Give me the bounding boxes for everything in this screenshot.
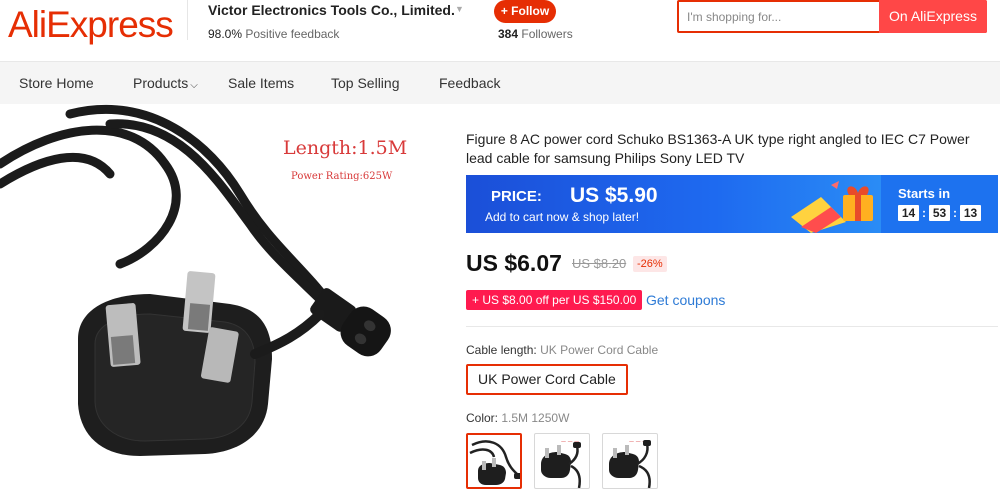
promo-banner[interactable]: PRICE: US $5.90 Add to cart now & shop l…: [466, 175, 998, 233]
promo-price-label: PRICE:: [491, 188, 542, 205]
color-key: Color:: [466, 411, 499, 425]
cable-option-uk[interactable]: UK Power Cord Cable: [466, 364, 628, 395]
timer-hours: 14: [898, 205, 919, 221]
countdown-timer: 14 : 53 : 13: [898, 205, 981, 221]
promo-sub-text: Add to cart now & shop later!: [485, 210, 640, 224]
current-price: US $6.07: [466, 250, 562, 276]
coupon-tag[interactable]: + US $8.00 off per US $150.00: [466, 290, 643, 310]
cable-length-value: UK Power Cord Cable: [540, 343, 659, 357]
discount-badge: -26%: [633, 256, 667, 272]
cable-length-key: Cable length:: [466, 343, 537, 357]
nav-feedback[interactable]: Feedback: [439, 75, 500, 91]
gift-box-icon: [791, 181, 873, 233]
promo-price: US $5.90: [570, 184, 658, 207]
image-rating-text: Power Rating:625W: [291, 171, 393, 182]
promo-countdown: Starts in 14 : 53 : 13: [881, 175, 998, 233]
followers: 384 Followers: [498, 27, 573, 41]
nav-products[interactable]: Products ⌵: [133, 75, 198, 91]
color-value: 1.5M 1250W: [501, 411, 570, 425]
store-header: AliExpress Victor Electronics Tools Co.,…: [0, 0, 1000, 62]
nav-top-selling[interactable]: Top Selling: [331, 75, 400, 91]
timer-minutes: 53: [929, 205, 950, 221]
chevron-down-icon: ⌵: [190, 80, 198, 91]
store-feedback: 98.0% Positive feedback: [208, 27, 339, 41]
product-main-image[interactable]: Length:1.5M Power Rating:625W: [0, 104, 440, 492]
timer-separator: :: [953, 206, 957, 220]
nav-sale-items[interactable]: Sale Items: [228, 75, 294, 91]
nav-store-home[interactable]: Store Home: [19, 75, 94, 91]
nav-products-label: Products: [133, 75, 189, 91]
power-cord-thumb-icon: [469, 440, 520, 485]
followers-count: 384: [498, 27, 519, 41]
original-price: US $8.20: [572, 256, 627, 271]
cable-length-label: Cable length: UK Power Cord Cable: [466, 343, 658, 357]
aliexpress-logo[interactable]: AliExpress: [8, 4, 174, 46]
get-coupons-link[interactable]: Get coupons: [646, 292, 725, 308]
search-button[interactable]: On AliExpress: [879, 0, 987, 33]
header-divider: [187, 0, 188, 40]
product-title: Figure 8 AC power cord Schuko BS1363-A U…: [466, 131, 970, 166]
positive-feedback-label: Positive feedback: [245, 27, 340, 41]
followers-label: Followers: [521, 27, 573, 41]
timer-seconds: 13: [960, 205, 981, 221]
section-divider: [466, 326, 998, 327]
power-cord-illustration: [0, 105, 391, 456]
coupon-plus-icon: +: [472, 293, 480, 307]
search-input[interactable]: [687, 8, 877, 26]
timer-separator: :: [922, 206, 926, 220]
search-box: On AliExpress: [677, 0, 987, 33]
store-name[interactable]: Victor Electronics Tools Co., Limited.: [208, 2, 455, 18]
power-cord-thumb-icon: — — —: [609, 439, 651, 488]
promo-left: PRICE: US $5.90 Add to cart now & shop l…: [466, 175, 881, 233]
coupon-text: US $8.00 off per US $150.00: [482, 293, 637, 307]
color-thumb-2[interactable]: — — —: [534, 433, 590, 489]
positive-feedback-value: 98.0%: [208, 27, 243, 41]
power-cord-thumb-icon: — — —: [541, 439, 581, 488]
follow-button[interactable]: + Follow: [494, 0, 556, 23]
color-thumb-1[interactable]: [466, 433, 522, 489]
store-nav: Store Home Products ⌵ Sale Items Top Sell…: [0, 62, 1000, 104]
store-caret-down-icon[interactable]: ▼: [455, 4, 464, 14]
image-length-text: Length:1.5M: [283, 137, 408, 159]
starts-in-label: Starts in: [898, 186, 951, 201]
color-thumb-3[interactable]: — — —: [602, 433, 658, 489]
color-label: Color: 1.5M 1250W: [466, 411, 569, 425]
